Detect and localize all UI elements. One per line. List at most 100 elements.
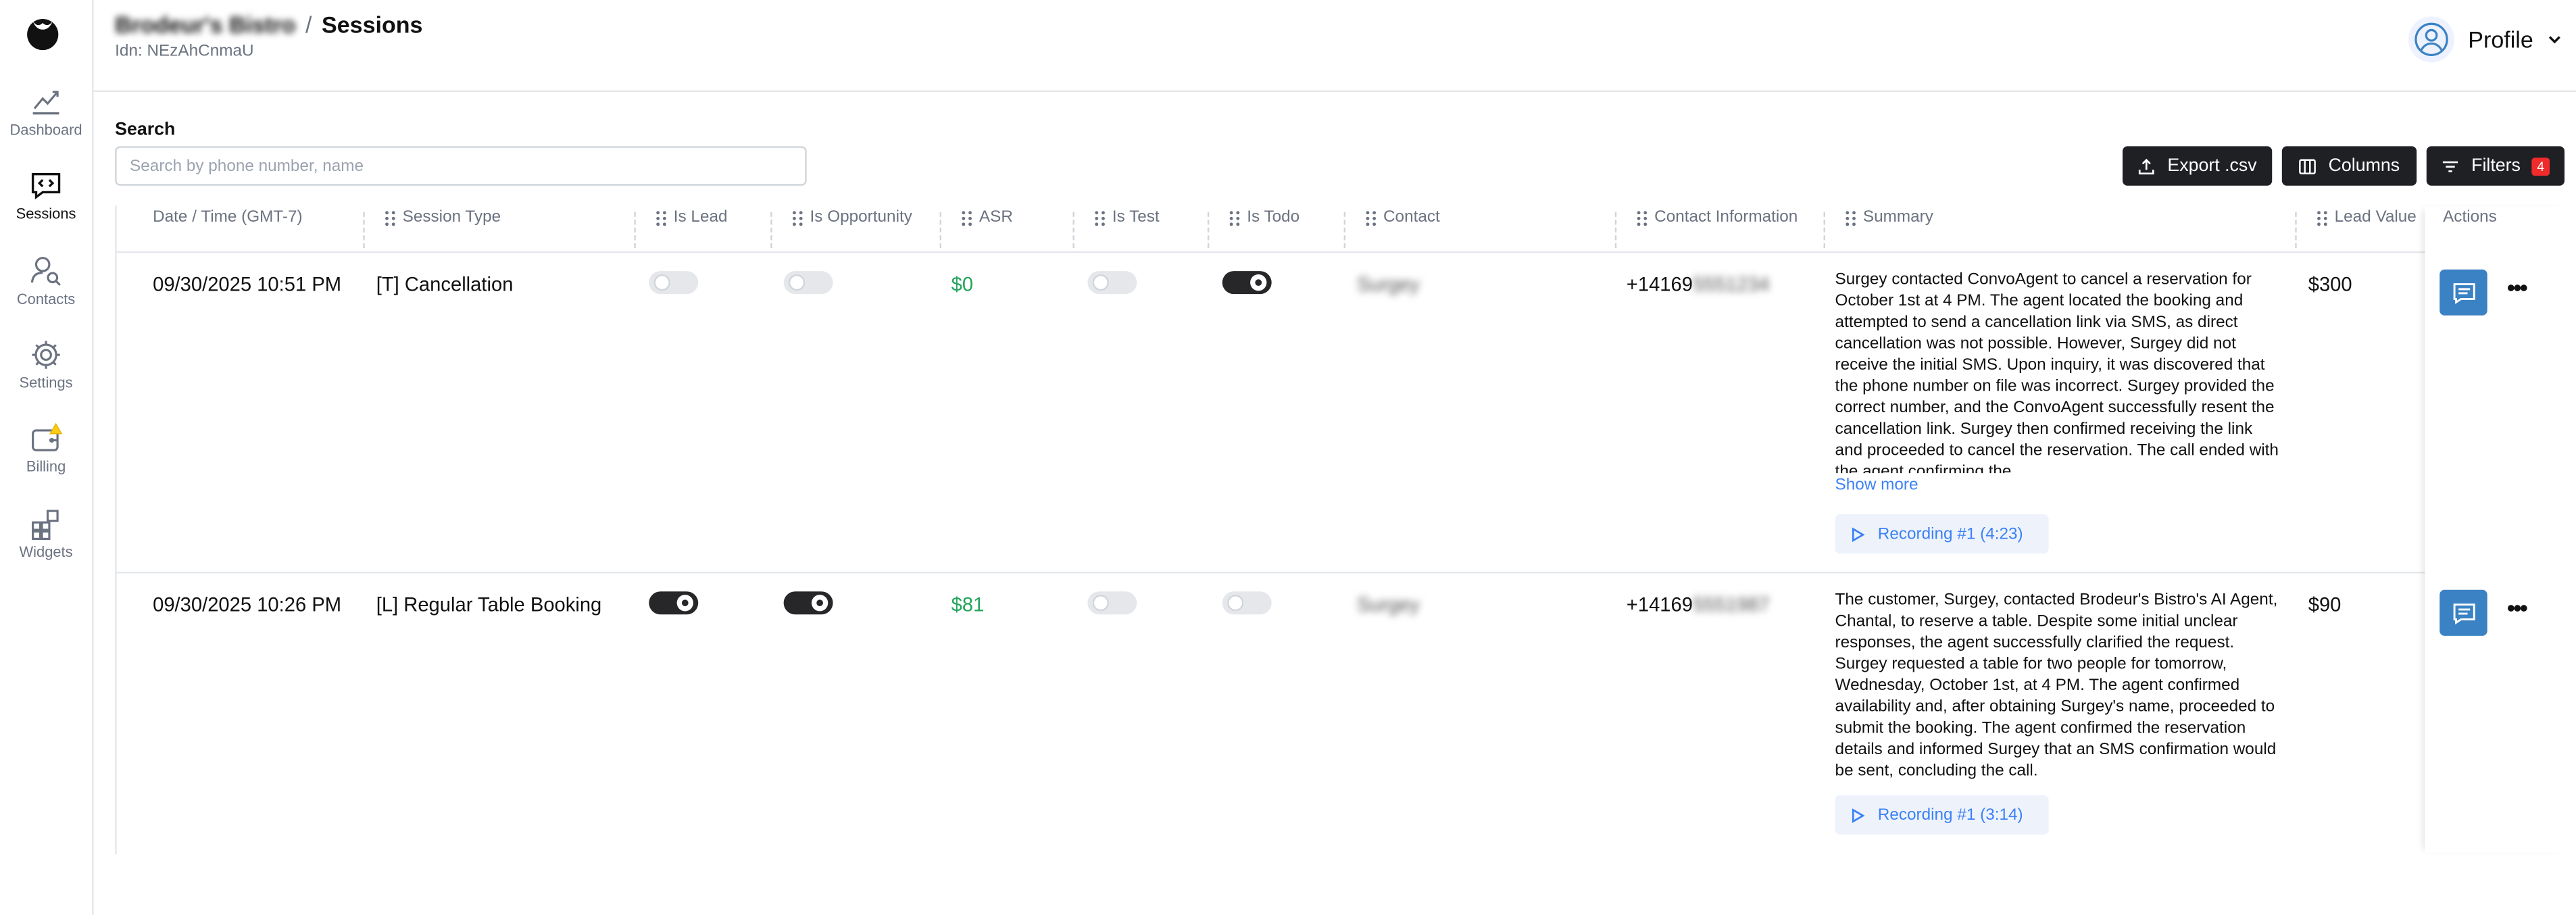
columns-button[interactable]: Columns (2281, 146, 2417, 186)
column-divider (1072, 212, 1074, 249)
chevron-down-icon (2548, 36, 2560, 44)
column-header-is-opportunity[interactable]: Is Opportunity (792, 209, 912, 226)
gear-icon (32, 341, 60, 369)
show-more-link[interactable]: Show more (1835, 476, 1918, 495)
column-divider (1614, 212, 1617, 249)
is-opportunity-toggle[interactable] (783, 591, 833, 615)
column-header-session-type[interactable]: Session Type (385, 209, 501, 226)
profile-label: Profile (2468, 26, 2533, 53)
breadcrumb-separator: / (305, 11, 312, 38)
user-search-icon (30, 257, 61, 286)
upload-icon (2139, 157, 2155, 174)
avatar (2408, 16, 2455, 63)
drag-handle-icon[interactable] (961, 209, 972, 226)
brand-logo-icon[interactable] (24, 15, 60, 51)
search-input[interactable] (115, 146, 807, 186)
cell-asr: $81 (951, 593, 985, 616)
is-opportunity-toggle[interactable] (783, 271, 833, 295)
cell-session-type: [T] Cancellation (376, 272, 514, 296)
widgets-icon (32, 510, 59, 540)
column-header-is-lead[interactable]: Is Lead (655, 209, 728, 226)
export-csv-button[interactable]: Export .csv (2123, 146, 2273, 186)
column-divider (939, 212, 942, 249)
column-header-lead-value[interactable]: Lead Value (2317, 209, 2417, 226)
search-label: Search (115, 120, 176, 140)
recording-button[interactable]: Recording #1 (4:23) (1835, 514, 2049, 554)
cell-contact-information[interactable]: +141695551987 (1627, 593, 1770, 616)
row-divider (116, 572, 2567, 574)
sidebar-item-settings[interactable]: Settings (0, 339, 92, 391)
column-header-contact[interactable]: Contact (1365, 209, 1440, 226)
header-divider (116, 251, 2567, 253)
cell-session-type: [L] Regular Table Booking (376, 593, 602, 616)
is-lead-toggle[interactable] (649, 271, 699, 295)
column-divider (770, 212, 772, 249)
drag-handle-icon[interactable] (1365, 209, 1377, 226)
column-header-summary[interactable]: Summary (1845, 209, 1933, 226)
sidebar-item-label: Settings (19, 374, 73, 391)
recording-button[interactable]: Recording #1 (3:14) (1835, 795, 2049, 835)
cell-summary: Surgey contacted ConvoAgent to cancel a … (1835, 271, 2279, 474)
is-todo-toggle[interactable] (1222, 591, 1272, 615)
cell-contact[interactable]: Surgey (1357, 593, 1419, 616)
is-test-toggle[interactable] (1087, 271, 1137, 295)
business-idn: Idn: NEzAhCnmaU (115, 43, 254, 61)
cell-summary: The customer, Surgey, contacted Brodeur'… (1835, 591, 2278, 781)
sidebar-item-label: Billing (26, 458, 66, 475)
breadcrumb: Brodeur's Bistro / Sessions (115, 11, 422, 38)
column-divider (363, 212, 365, 249)
open-session-button[interactable] (2439, 589, 2487, 636)
drag-handle-icon[interactable] (385, 209, 396, 226)
more-actions-button[interactable]: ••• (2507, 595, 2528, 621)
cell-contact-information[interactable]: +141695551234 (1627, 273, 1770, 296)
drag-handle-icon[interactable] (1845, 209, 1856, 226)
column-header-is-test[interactable]: Is Test (1094, 209, 1160, 226)
breadcrumb-business[interactable]: Brodeur's Bistro (115, 11, 295, 38)
is-lead-toggle[interactable] (649, 591, 699, 615)
drag-handle-icon[interactable] (792, 209, 803, 226)
is-todo-toggle[interactable] (1222, 271, 1272, 295)
column-header-datetime[interactable]: Date / Time (GMT-7) (153, 209, 303, 227)
chart-line-icon (32, 91, 59, 115)
filters-button[interactable]: Filters 4 (2426, 146, 2565, 186)
sidebar-item-billing[interactable]: Billing (0, 422, 92, 475)
top-header: Brodeur's Bistro / Sessions Idn: NEzAhCnma… (93, 0, 2576, 93)
sidebar-item-label: Contacts (16, 291, 76, 307)
drag-handle-icon[interactable] (1229, 209, 1240, 226)
columns-label: Columns (2328, 155, 2400, 176)
drag-handle-icon[interactable] (1636, 209, 1648, 226)
column-header-actions: Actions (2443, 208, 2497, 227)
recording-label: Recording #1 (4:23) (1877, 524, 2023, 543)
column-header-asr[interactable]: ASR (961, 209, 1013, 226)
filters-count-badge: 4 (2531, 157, 2550, 175)
sidebar-item-contacts[interactable]: Contacts (0, 255, 92, 307)
column-divider (1343, 212, 1346, 249)
sidebar-item-label: Dashboard (9, 121, 82, 139)
column-header-contact-information[interactable]: Contact Information (1636, 209, 1798, 226)
message-lines-icon (2452, 282, 2475, 303)
column-divider (634, 212, 636, 249)
column-divider (1207, 212, 1210, 249)
sidebar-item-label: Sessions (16, 205, 76, 222)
cell-contact[interactable]: Surgey (1357, 273, 1419, 296)
cell-datetime: 09/30/2025 10:26 PM (153, 593, 342, 616)
recording-label: Recording #1 (3:14) (1877, 806, 2023, 824)
chat-code-icon (31, 172, 61, 200)
sidebar-item-widgets[interactable]: Widgets (0, 508, 92, 560)
profile-menu-button[interactable]: Profile (2408, 15, 2563, 64)
sidebar-item-dashboard[interactable]: Dashboard (0, 85, 92, 138)
drag-handle-icon[interactable] (2317, 209, 2328, 226)
cell-lead-value: $90 (2308, 593, 2342, 616)
more-actions-button[interactable]: ••• (2507, 274, 2528, 301)
is-test-toggle[interactable] (1087, 591, 1137, 615)
drag-handle-icon[interactable] (1094, 209, 1106, 226)
sidebar-item-label: Widgets (19, 543, 73, 561)
drag-handle-icon[interactable] (655, 209, 667, 226)
sidebar-item-sessions[interactable]: Sessions (0, 169, 92, 222)
column-header-is-todo[interactable]: Is Todo (1229, 209, 1299, 226)
user-circle-icon (2415, 22, 2449, 57)
columns-icon (2299, 158, 2317, 174)
wallet-icon (32, 422, 63, 451)
open-session-button[interactable] (2439, 269, 2487, 316)
cell-datetime: 09/30/2025 10:51 PM (153, 272, 342, 296)
